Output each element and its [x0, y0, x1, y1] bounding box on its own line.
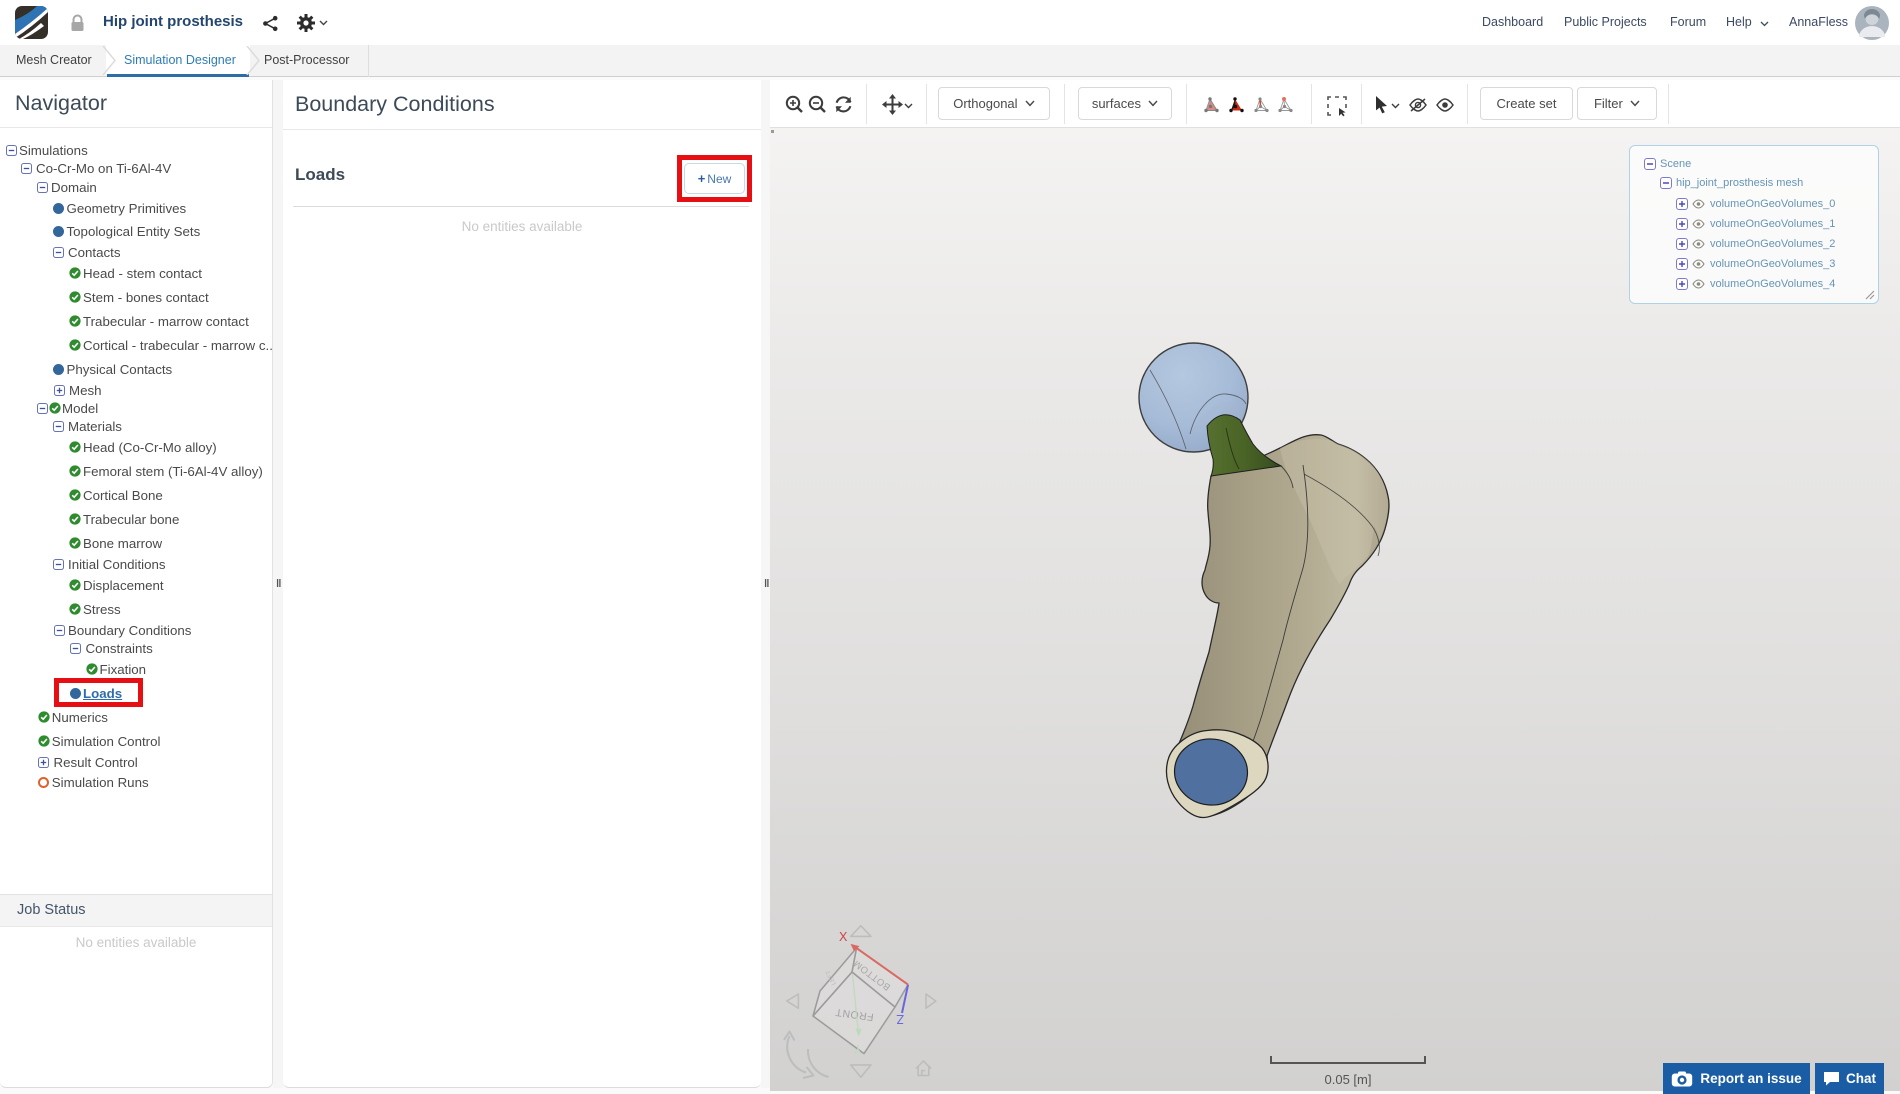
- svg-text:X: X: [839, 930, 848, 944]
- svg-text:Z: Z: [896, 1012, 904, 1026]
- svg-text:Y: Y: [853, 1042, 862, 1056]
